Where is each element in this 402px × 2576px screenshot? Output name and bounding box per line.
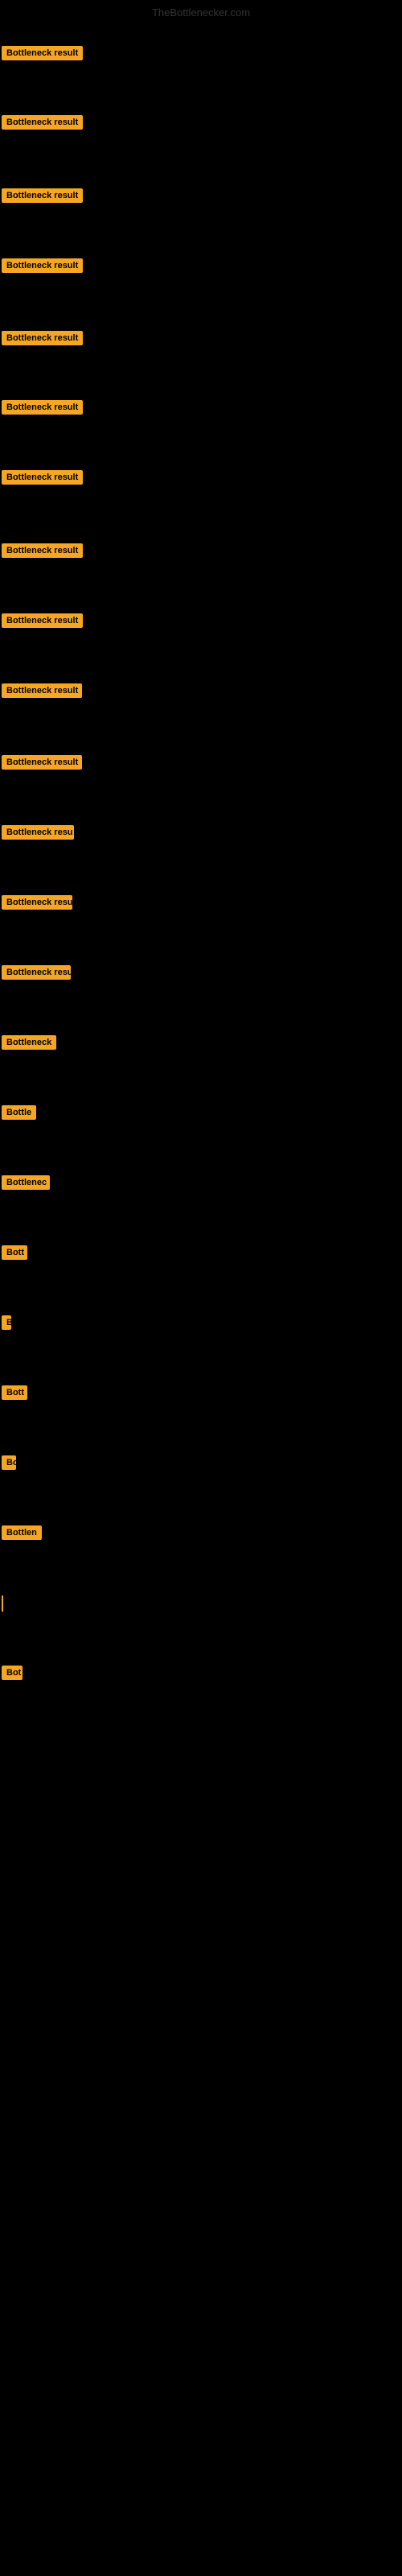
bottleneck-badge: Bottleneck result (2, 46, 83, 60)
site-title: TheBottlenecker.com (0, 6, 402, 19)
bottleneck-badge: Bottleneck resu (2, 825, 74, 840)
bottleneck-result-row: Bottleneck resu (2, 895, 72, 914)
bottleneck-badge: Bottle (2, 1105, 36, 1120)
bottleneck-badge: Bottleneck result (2, 683, 82, 698)
bottleneck-result-row: Bottleneck result (2, 46, 83, 64)
bottleneck-badge: Bott (2, 1245, 27, 1260)
bottleneck-badge: Bottleneck result (2, 188, 83, 203)
bottleneck-badge: Bottleneck resu (2, 895, 72, 910)
bottleneck-badge: Bo (2, 1455, 16, 1470)
bottleneck-badge: Bottleneck result (2, 755, 82, 770)
bottleneck-badge: B (2, 1315, 11, 1330)
bottleneck-badge: Bottleneck resu (2, 965, 71, 980)
bottleneck-result-row: Bottleneck result (2, 115, 83, 134)
bottleneck-result-row: B (2, 1315, 11, 1334)
bottleneck-badge: Bot (2, 1666, 23, 1680)
bottleneck-badge: Bottleneck result (2, 470, 83, 485)
bottleneck-badge: Bottleneck result (2, 258, 83, 273)
bottleneck-result-row: Bottleneck result (2, 543, 83, 562)
bottleneck-badge: Bottlenec (2, 1175, 50, 1190)
bottleneck-result-row: Bottleneck resu (2, 965, 71, 984)
bottleneck-badge: Bottleneck result (2, 543, 83, 558)
bottleneck-result-row: Bottleneck (2, 1035, 56, 1054)
bottleneck-result-row: Bottleneck result (2, 258, 83, 277)
bottleneck-badge: Bottleneck result (2, 613, 83, 628)
bottleneck-result-row: Bottleneck result (2, 683, 82, 702)
bottleneck-result-row: Bottleneck result (2, 613, 83, 632)
bottleneck-badge: Bottleneck (2, 1035, 56, 1050)
bottleneck-result-row: Bottlenec (2, 1175, 50, 1194)
bottleneck-badge: Bottleneck result (2, 115, 83, 130)
bottleneck-result-row: Bott (2, 1385, 27, 1404)
bottleneck-result-row: Bot (2, 1666, 23, 1684)
bottleneck-result-row: Bott (2, 1245, 27, 1264)
bottleneck-badge: Bottleneck result (2, 331, 83, 345)
bottleneck-result-row: Bottleneck result (2, 188, 83, 207)
bottleneck-result-row: Bo (2, 1455, 16, 1474)
bottleneck-result-row: Bottleneck resu (2, 825, 74, 844)
bottleneck-result-row: Bottleneck result (2, 755, 82, 774)
bottleneck-badge: Bottlen (2, 1525, 42, 1540)
bottleneck-result-row: Bottlen (2, 1525, 42, 1544)
vertical-line (2, 1596, 3, 1612)
bottleneck-result-row (2, 1596, 3, 1612)
bottleneck-result-row: Bottleneck result (2, 470, 83, 489)
bottleneck-result-row: Bottleneck result (2, 400, 83, 419)
bottleneck-badge: Bottleneck result (2, 400, 83, 415)
bottleneck-badge: Bott (2, 1385, 27, 1400)
bottleneck-result-row: Bottleneck result (2, 331, 83, 349)
bottleneck-result-row: Bottle (2, 1105, 36, 1124)
